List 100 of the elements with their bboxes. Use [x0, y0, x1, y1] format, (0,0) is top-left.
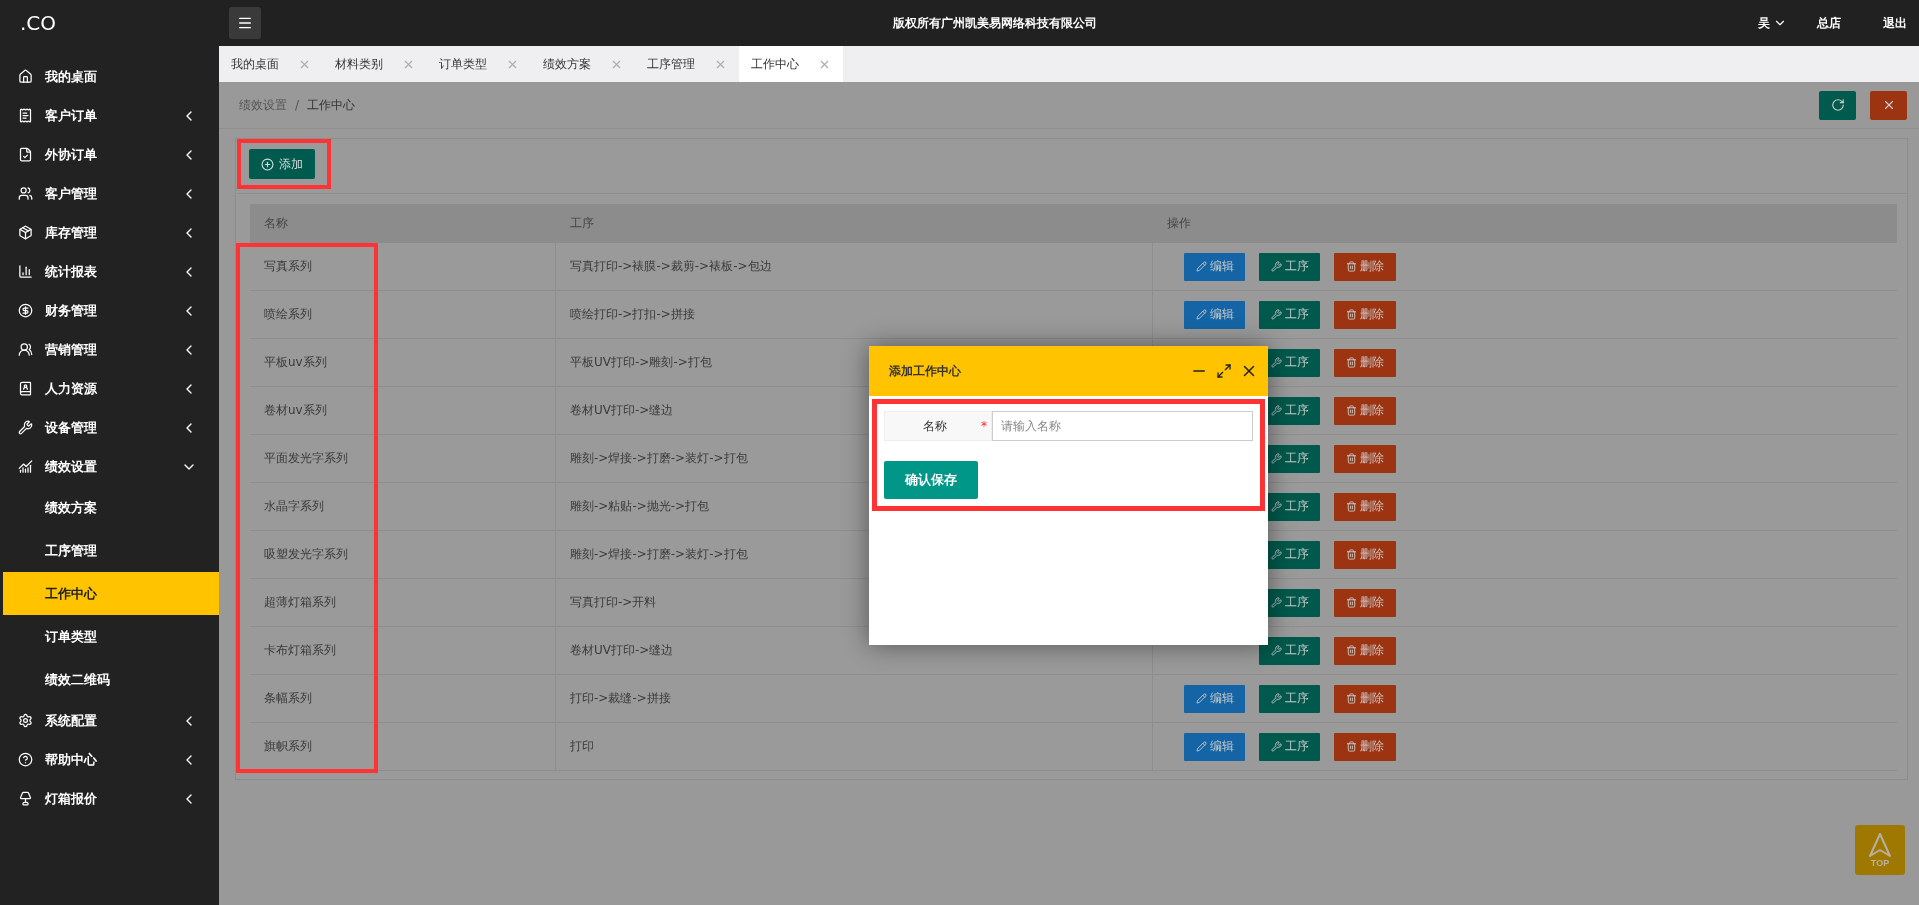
- nav-item[interactable]: 绩效设置: [0, 447, 219, 486]
- page-tab[interactable]: 工作中心: [739, 46, 843, 82]
- pencil-icon: [1195, 261, 1207, 272]
- table-cell: 喷绘系列: [250, 291, 556, 338]
- maximize-icon[interactable]: [1216, 363, 1232, 379]
- nav-icon: [18, 791, 33, 806]
- process-button[interactable]: 工序: [1259, 300, 1320, 329]
- nav-item[interactable]: 统计报表: [0, 252, 219, 291]
- nav-item[interactable]: 灯箱报价: [0, 779, 219, 818]
- page-tab[interactable]: 绩效方案: [531, 46, 635, 82]
- store-link[interactable]: 总店: [1817, 14, 1841, 32]
- delete-button[interactable]: 删除: [1334, 732, 1396, 761]
- trash-icon: [1346, 645, 1357, 656]
- refresh-button[interactable]: [1819, 90, 1856, 120]
- edit-button[interactable]: 编辑: [1184, 300, 1245, 329]
- add-button[interactable]: 添加: [249, 149, 315, 179]
- nav-item[interactable]: 客户管理: [0, 174, 219, 213]
- delete-button[interactable]: 删除: [1334, 300, 1396, 329]
- tab-label: 绩效方案: [543, 55, 591, 73]
- trash-icon: [1346, 741, 1357, 752]
- process-button[interactable]: 工序: [1259, 732, 1320, 761]
- nav-subitem[interactable]: 绩效方案: [3, 486, 219, 529]
- nav-icon: [18, 713, 33, 728]
- wrench-icon: [1270, 309, 1282, 320]
- wrench-icon: [1270, 549, 1282, 560]
- table-cell: 写真系列: [250, 243, 556, 290]
- nav-icon: [18, 108, 33, 123]
- table-cell: 平面发光字系列: [250, 435, 556, 482]
- nav-item[interactable]: 我的桌面: [0, 57, 219, 96]
- dialog-title: 添加工作中心: [889, 362, 962, 380]
- delete-button[interactable]: 删除: [1334, 348, 1396, 377]
- name-input-field[interactable]: 请输入名称: [992, 411, 1253, 441]
- nav-item[interactable]: 外协订单: [0, 135, 219, 174]
- nav-item[interactable]: 财务管理: [0, 291, 219, 330]
- nav-subitem[interactable]: 工序管理: [3, 529, 219, 572]
- nav-item[interactable]: 系统配置: [0, 701, 219, 740]
- delete-button[interactable]: 删除: [1334, 396, 1396, 425]
- wrench-icon: [1270, 405, 1282, 416]
- nav-subitem[interactable]: 订单类型: [3, 615, 219, 658]
- nav-item[interactable]: 库存管理: [0, 213, 219, 252]
- edit-button[interactable]: 编辑: [1184, 732, 1245, 761]
- copyright-title: 版权所有广州凯美易网络科技有限公司: [891, 14, 1098, 32]
- delete-button[interactable]: 删除: [1334, 444, 1396, 473]
- logout-link[interactable]: 退出: [1883, 14, 1907, 32]
- required-mark: *: [981, 419, 987, 433]
- table-cell: 写真打印->裱膜->裁剪->裱板->包边: [556, 243, 1153, 290]
- trash-icon: [1346, 693, 1357, 704]
- delete-button[interactable]: 删除: [1334, 540, 1396, 569]
- trash-icon: [1346, 357, 1357, 368]
- delete-button[interactable]: 删除: [1334, 636, 1396, 665]
- wrench-icon: [1270, 597, 1282, 608]
- process-button[interactable]: 工序: [1259, 684, 1320, 713]
- delete-button[interactable]: 删除: [1334, 492, 1396, 521]
- nav-icon: [18, 186, 33, 201]
- process-button[interactable]: 工序: [1259, 252, 1320, 281]
- trash-icon: [1346, 261, 1357, 272]
- nav-item[interactable]: 人力资源: [0, 369, 219, 408]
- nav-item[interactable]: 客户订单: [0, 96, 219, 135]
- page-tab[interactable]: 工序管理: [635, 46, 739, 82]
- breadcrumb-item[interactable]: 绩效设置: [239, 96, 287, 114]
- nav-icon: [18, 342, 33, 357]
- label-text: 名称: [923, 417, 947, 435]
- page-tab[interactable]: 订单类型: [427, 46, 531, 82]
- breadcrumb-item[interactable]: 工作中心: [307, 96, 356, 114]
- table-cell: 水晶字系列: [250, 483, 556, 530]
- wrench-icon: [1270, 453, 1282, 464]
- breadcrumb-separator: /: [295, 98, 300, 112]
- wrench-icon: [1270, 645, 1282, 656]
- delete-button[interactable]: 删除: [1334, 684, 1396, 713]
- table-cell: 旗帜系列: [250, 723, 556, 770]
- menu-button[interactable]: [229, 7, 261, 39]
- edit-button[interactable]: 编辑: [1184, 684, 1245, 713]
- trash-icon: [1346, 405, 1357, 416]
- nav-icon: [18, 420, 33, 435]
- trash-icon: [1346, 501, 1357, 512]
- save-button[interactable]: 确认保存: [884, 461, 978, 499]
- delete-button[interactable]: 删除: [1334, 252, 1396, 281]
- nav-subitem[interactable]: 绩效二维码: [3, 658, 219, 701]
- tab-label: 工作中心: [751, 55, 799, 73]
- page-tab[interactable]: 我的桌面: [219, 46, 323, 82]
- nav-subitem[interactable]: 工作中心: [3, 572, 219, 615]
- table-cell: 卡布灯箱系列: [250, 627, 556, 674]
- arrow-up-icon: [1869, 832, 1891, 857]
- table-cell: 喷绘打印->打扣->拼接: [556, 291, 1153, 338]
- process-button[interactable]: 工序: [1259, 636, 1320, 665]
- menu-icon: [237, 15, 253, 31]
- tab-label: 订单类型: [439, 55, 487, 73]
- nav-item[interactable]: 营销管理: [0, 330, 219, 369]
- column-header: 操作: [1166, 215, 1192, 232]
- pencil-icon: [1195, 309, 1207, 320]
- nav-item[interactable]: 帮助中心: [0, 740, 219, 779]
- nav-icon: [18, 381, 33, 396]
- delete-button[interactable]: 删除: [1334, 588, 1396, 617]
- wrench-icon: [1270, 357, 1282, 368]
- wrench-icon: [1270, 501, 1282, 512]
- page-tab[interactable]: 材料类别: [323, 46, 427, 82]
- nav-item[interactable]: 设备管理: [0, 408, 219, 447]
- user-menu[interactable]: 吴: [1758, 14, 1787, 32]
- close-button[interactable]: [1870, 90, 1907, 120]
- edit-button[interactable]: 编辑: [1184, 252, 1245, 281]
